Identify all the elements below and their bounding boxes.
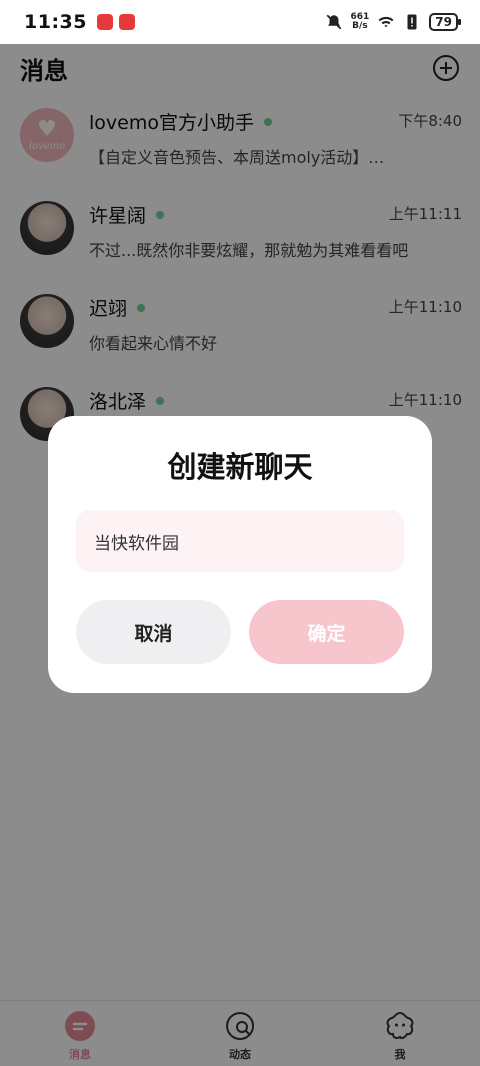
cancel-button[interactable]: 取消: [76, 600, 231, 664]
mute-bell-icon: [326, 14, 341, 30]
network-speed: 661 B/s: [351, 13, 370, 31]
app-notification-icon: [118, 14, 135, 30]
chat-name-input[interactable]: [76, 510, 404, 572]
confirm-button[interactable]: 确定: [249, 600, 404, 664]
status-bar: 11:35 661 B/s 79: [0, 0, 480, 44]
net-speed-unit: B/s: [352, 21, 368, 31]
status-icons: 661 B/s 79: [325, 13, 461, 31]
create-chat-dialog: 创建新聊天 取消 确定: [48, 416, 432, 693]
status-time: 11:35: [24, 11, 87, 33]
app-notification-icon: [96, 14, 113, 30]
wifi-icon: [378, 16, 394, 28]
alert-card-icon: [407, 14, 417, 30]
dialog-title: 创建新聊天: [167, 450, 313, 484]
notification-app-icons: [96, 14, 135, 30]
battery-indicator: 79: [429, 13, 461, 31]
